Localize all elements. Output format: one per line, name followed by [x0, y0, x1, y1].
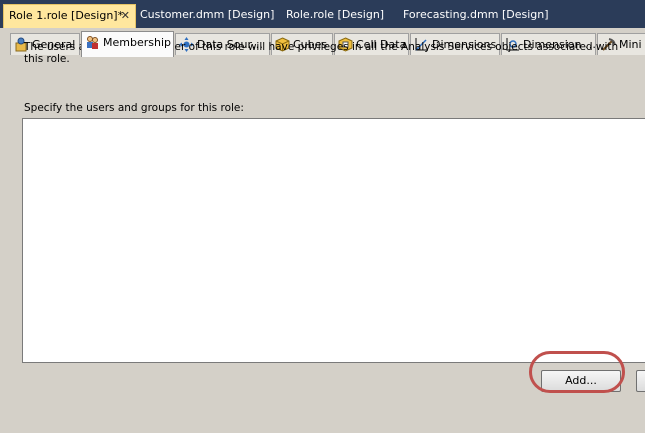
doc-tab-label: Role 1.role [Design]* [9, 9, 124, 22]
users-groups-label: Specify the users and groups for this ro… [24, 102, 244, 114]
doc-tab-forecasting[interactable]: Forecasting.dmm [Design] [403, 4, 549, 28]
membership-icon [87, 36, 98, 49]
doc-tab-label: Role.role [Design] [286, 8, 385, 21]
close-icon[interactable]: ✕ [121, 5, 130, 27]
doc-tab-label: Customer.dmm [Design] [140, 8, 275, 21]
add-button[interactable]: Add... [541, 370, 621, 392]
doc-tab-label: Forecasting.dmm [Design] [403, 8, 549, 21]
tab-label: Membership [103, 36, 171, 49]
remove-button[interactable] [636, 370, 645, 392]
doc-tab-role[interactable]: Role.role [Design] [286, 4, 384, 28]
tab-membership[interactable]: Membership [81, 31, 174, 57]
document-tab-strip: Role 1.role [Design]* ✕ Customer.dmm [De… [0, 0, 645, 28]
doc-tab-customer[interactable]: Customer.dmm [Design] [140, 4, 274, 28]
doc-tab-role1[interactable]: Role 1.role [Design]* ✕ [3, 4, 136, 28]
users-groups-list[interactable] [22, 118, 645, 363]
